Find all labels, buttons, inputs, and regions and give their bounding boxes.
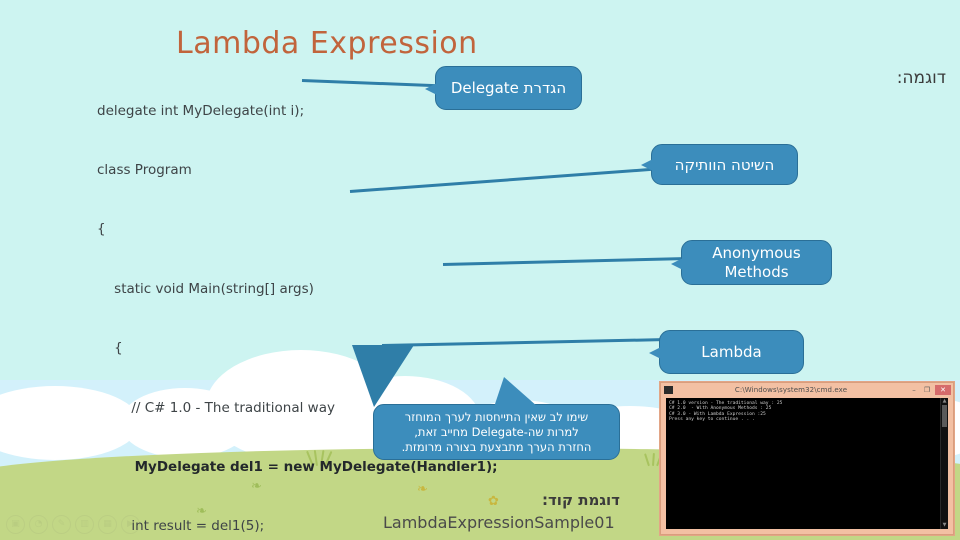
code-listing: delegate int MyDelegate(int i); class Pr… [97, 62, 737, 540]
code-sample-label: דוגמת קוד: [541, 491, 620, 509]
minimize-button[interactable]: – [909, 386, 919, 394]
chart-icon-glyph: ◔ [34, 519, 43, 529]
leader-wedge-lambda [352, 345, 414, 407]
window-buttons[interactable]: – ❐ ✕ [909, 384, 951, 395]
maximize-button[interactable]: ❐ [922, 386, 932, 394]
callout-delegate[interactable]: הגדרת Delegate [425, 66, 582, 110]
smartart-icon-glyph: ▥ [80, 519, 89, 529]
callout-tail [641, 159, 653, 171]
callout-traditional-label: השיטה הוותיקה [674, 155, 775, 174]
code-line-text: MyDelegate del1 = new MyDelegate(Handler… [97, 458, 498, 475]
console-screen: C# 1.0 version - The traditional way : 2… [666, 398, 948, 529]
console-scrollbar[interactable]: ▲ ▼ [940, 398, 948, 529]
smartart-icon[interactable]: ▥ [75, 515, 94, 534]
callout-note-line3: החזרת הערך מתבצעת בצורה מרומזת. [401, 439, 592, 454]
code-sample-name: LambdaExpressionSample01 [383, 513, 615, 532]
console-output-line: Press any key to continue . . . [669, 417, 755, 423]
callout-anonymous-line1: Anonymous [712, 243, 801, 262]
console-system-icon[interactable] [664, 385, 673, 394]
code-line: delegate int MyDelegate(int i); [97, 102, 305, 119]
callout-delegate-label: הגדרת Delegate [450, 79, 567, 97]
slide-canvas: ❧ ❧ ✿ ❧ ▣ ◔ ✎ ▥ ▦ ▶ Lambda Expression דו… [0, 0, 960, 540]
picture-icon[interactable]: ▣ [6, 515, 25, 534]
scroll-down-arrow[interactable]: ▼ [941, 522, 948, 529]
callout-lambda[interactable]: Lambda [649, 330, 804, 374]
code-line: { [97, 340, 123, 357]
callout-note-line1: שימו לב שאין התייחסות לערך המוחזר [404, 409, 589, 424]
console-output-line: C# 2.0 - With Anonymous Methods : 25 [669, 406, 772, 412]
callout-tail [671, 258, 683, 270]
picture-icon-glyph: ▣ [11, 519, 20, 529]
console-title: C:\Windows\system32\cmd.exe [734, 385, 848, 394]
code-line: MyDelegate del1 = new MyDelegate(Handler… [97, 458, 737, 478]
console-output: C# 1.0 version - The traditional way : 2… [666, 398, 948, 426]
code-line: { [97, 221, 106, 238]
console-window[interactable]: C:\Windows\system32\cmd.exe – ❐ ✕ C# 1.0… [659, 381, 955, 536]
callout-traditional[interactable]: השיטה הוותיקה [641, 144, 798, 185]
clipart-icon[interactable]: ✎ [52, 515, 71, 534]
callout-tail [494, 377, 538, 407]
code-line: static void Main(string[] args) [97, 280, 314, 297]
scrollbar-thumb[interactable] [942, 405, 947, 427]
close-button[interactable]: ✕ [935, 384, 951, 395]
callout-note[interactable]: שימו לב שאין התייחסות לערך המוחזר למרות … [373, 377, 620, 460]
chart-icon[interactable]: ◔ [29, 515, 48, 534]
page-title: Lambda Expression [176, 26, 478, 61]
callout-tail [649, 347, 661, 359]
callout-note-line2: למרות שה-Delegate מחייב זאת, [414, 424, 579, 439]
scroll-up-arrow[interactable]: ▲ [941, 398, 948, 405]
callout-anonymous-line2: Methods [724, 262, 789, 281]
callout-anonymous[interactable]: Anonymous Methods [671, 240, 832, 285]
callout-lambda-label: Lambda [701, 343, 762, 361]
callout-tail [425, 83, 437, 95]
example-label: דוגמה: [896, 68, 946, 88]
clipart-icon-glyph: ✎ [57, 519, 66, 529]
console-titlebar[interactable]: C:\Windows\system32\cmd.exe – ❐ ✕ [660, 382, 954, 397]
